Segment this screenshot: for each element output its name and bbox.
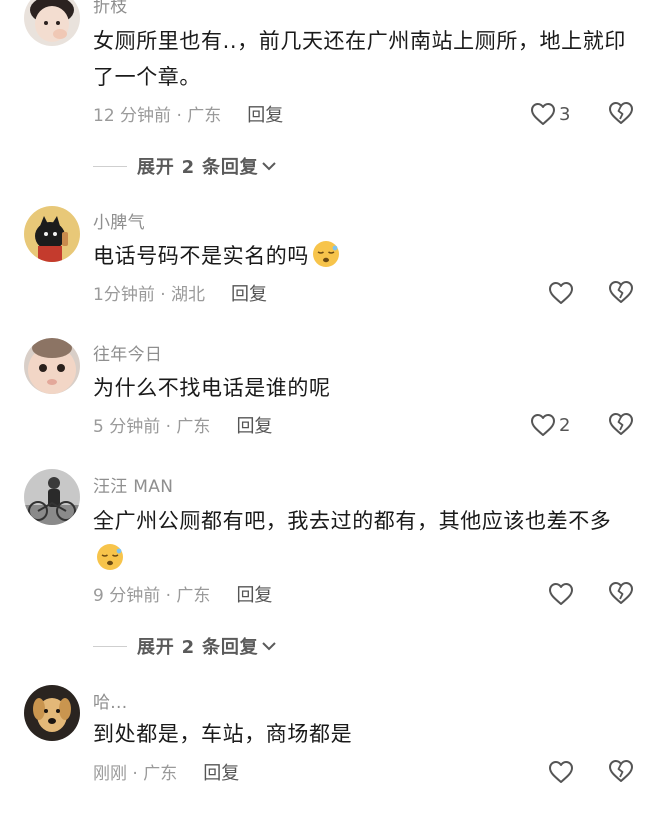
reply-button[interactable]: 回复 bbox=[247, 101, 283, 127]
avatar[interactable] bbox=[24, 685, 80, 741]
broken-heart-icon bbox=[609, 413, 633, 435]
broken-heart-icon bbox=[609, 281, 633, 303]
expand-replies-label: 展开 2 条回复 bbox=[137, 637, 259, 658]
reply-button[interactable]: 回复 bbox=[203, 759, 239, 785]
heart-outline-icon bbox=[531, 414, 555, 436]
username[interactable]: 小脾气 bbox=[93, 208, 145, 233]
username[interactable]: 哈... bbox=[93, 688, 127, 713]
avatar[interactable] bbox=[24, 0, 80, 46]
dislike-button[interactable] bbox=[608, 759, 636, 785]
heart-outline-icon bbox=[531, 103, 555, 125]
chevron-down-icon bbox=[262, 162, 277, 171]
reply-button[interactable]: 回复 bbox=[236, 581, 272, 607]
divider bbox=[93, 645, 127, 647]
sleepy-face-emoji bbox=[97, 544, 123, 570]
dislike-button[interactable] bbox=[608, 280, 636, 306]
like-button[interactable] bbox=[548, 280, 577, 306]
comment-text-body: 电话号码不是实名的吗 bbox=[93, 244, 309, 268]
username[interactable]: 汪汪 MAN bbox=[93, 472, 173, 497]
comment-meta: 12 分钟前 · 广东 回复 bbox=[93, 101, 283, 127]
comment-text: 为什么不找电话是谁的呢 bbox=[93, 376, 331, 400]
comment-time-location: 5 分钟前 · 广东 bbox=[93, 417, 211, 437]
like-button[interactable]: 2 bbox=[530, 412, 570, 438]
comment-text: 全广州公厕都有吧，我去过的都有，其他应该也差不多 bbox=[93, 502, 633, 578]
avatar[interactable] bbox=[24, 206, 80, 262]
comment-meta: 刚刚 · 广东 回复 bbox=[93, 759, 239, 785]
username[interactable]: 折枝 bbox=[93, 0, 128, 17]
dislike-button[interactable] bbox=[608, 581, 636, 607]
comment-text: 电话号码不是实名的吗 bbox=[93, 238, 633, 274]
reply-button[interactable]: 回复 bbox=[236, 412, 272, 438]
like-count: 2 bbox=[559, 414, 571, 436]
expand-replies-button[interactable]: 展开 2 条回复 bbox=[93, 153, 277, 179]
like-count: 3 bbox=[559, 103, 571, 125]
comment-time-location: 9 分钟前 · 广东 bbox=[93, 586, 211, 606]
sleepy-face-emoji bbox=[313, 241, 339, 267]
divider bbox=[93, 165, 127, 167]
like-button[interactable]: 3 bbox=[530, 101, 570, 127]
comment-text: 女厕所里也有..，前几天还在广州南站上厕所，地上就印了一个章。 bbox=[93, 29, 626, 89]
heart-outline-icon bbox=[549, 761, 573, 783]
heart-outline-icon bbox=[549, 282, 573, 304]
reply-button[interactable]: 回复 bbox=[231, 280, 267, 306]
comment-time-location: 刚刚 · 广东 bbox=[93, 764, 178, 784]
avatar[interactable] bbox=[24, 338, 80, 394]
like-button[interactable] bbox=[548, 581, 577, 607]
comment-text: 到处都是，车站，商场都是 bbox=[93, 722, 353, 746]
dislike-button[interactable] bbox=[608, 412, 636, 438]
comment-time-location: 12 分钟前 · 广东 bbox=[93, 106, 222, 126]
dislike-button[interactable] bbox=[608, 101, 636, 127]
broken-heart-icon bbox=[609, 582, 633, 604]
comment-meta: 5 分钟前 · 广东 回复 bbox=[93, 412, 272, 438]
heart-outline-icon bbox=[549, 583, 573, 605]
comment-meta: 9 分钟前 · 广东 回复 bbox=[93, 581, 272, 607]
avatar[interactable] bbox=[24, 469, 80, 525]
expand-replies-button[interactable]: 展开 2 条回复 bbox=[93, 633, 277, 659]
broken-heart-icon bbox=[609, 760, 633, 782]
comment-time-location: 1分钟前 · 湖北 bbox=[93, 285, 206, 305]
expand-replies-label: 展开 2 条回复 bbox=[137, 157, 259, 178]
username[interactable]: 往年今日 bbox=[93, 340, 162, 365]
broken-heart-icon bbox=[609, 102, 633, 124]
comment-meta: 1分钟前 · 湖北 回复 bbox=[93, 280, 267, 306]
chevron-down-icon bbox=[262, 642, 277, 651]
like-button[interactable] bbox=[548, 759, 577, 785]
comment-text-body: 全广州公厕都有吧，我去过的都有，其他应该也差不多 bbox=[93, 509, 612, 533]
